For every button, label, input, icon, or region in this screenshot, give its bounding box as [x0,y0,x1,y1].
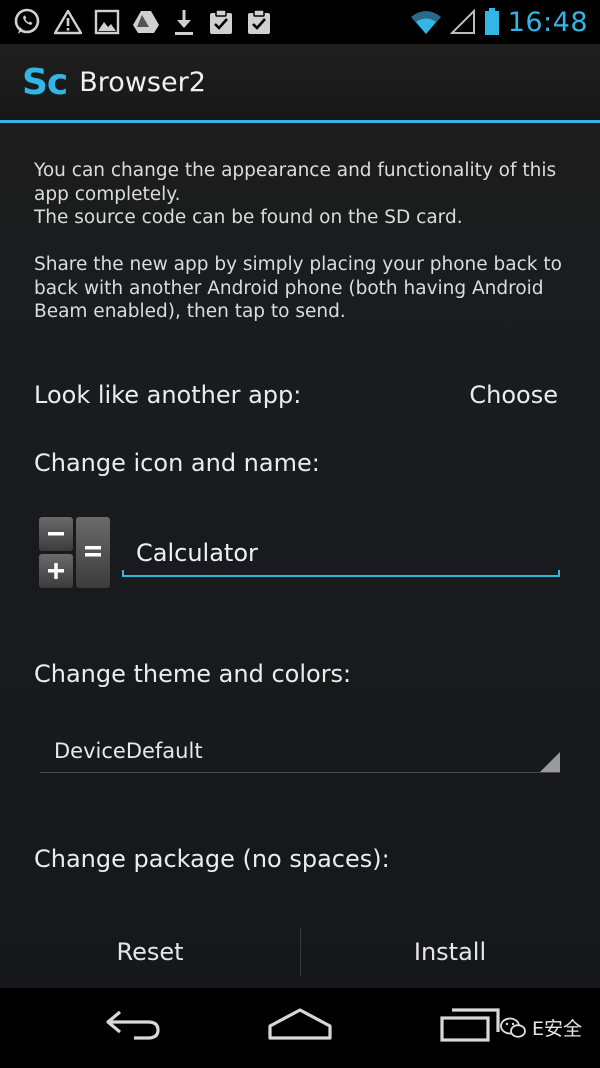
watermark-text: E安全 [531,1018,582,1040]
theme-spinner-value: DeviceDefault [54,739,203,763]
theme-spinner[interactable]: DeviceDefault [40,729,560,773]
reset-button[interactable]: Reset [0,916,300,988]
image-icon [94,9,120,35]
signal-icon [449,9,475,34]
description-paragraph-2: Share the new app by simply placing your… [34,254,562,322]
description-line: The source code can be found on the SD c… [34,207,463,228]
back-icon[interactable] [104,1006,162,1042]
description-paragraph-1: You can change the appearance and functi… [34,159,574,230]
change-icon-label: Change icon and name: [34,449,320,477]
theme-spinner-underline [40,772,560,773]
app-name-underline [122,570,560,577]
look-like-label: Look like another app: [34,381,302,409]
install-button[interactable]: Install [300,916,600,988]
app-title: Browser2 [79,66,206,98]
button-bar: Reset Install [0,916,600,988]
action-bar: Sc Browser2 [0,44,600,120]
description-line: You can change the appearance and functi… [34,160,557,205]
warning-icon [54,9,82,35]
home-icon[interactable] [268,1006,332,1042]
wifi-icon [410,11,441,34]
navigation-bar: E安全 [0,988,600,1068]
app-logo[interactable]: Sc [22,62,68,103]
status-bar: 16:48 [0,0,600,44]
choose-button[interactable]: Choose [469,381,558,409]
change-package-label: Change package (no spaces): [34,845,390,873]
whatsapp-icon [14,8,40,34]
button-divider [300,928,301,976]
watermark: E安全 [500,1014,582,1041]
system-status: 16:48 [410,0,588,44]
clipboard-check-icon [248,9,270,34]
wechat-icon [500,1017,526,1038]
app-name-input[interactable] [122,531,574,575]
notification-icons [0,7,272,37]
battery-icon [484,8,499,35]
drive-icon [133,11,159,33]
recent-apps-icon[interactable] [440,1006,500,1042]
dropdown-arrow-icon [540,752,560,772]
clipboard-check-icon [210,9,232,34]
change-theme-label: Change theme and colors: [34,660,352,688]
download-icon [175,10,193,35]
clock: 16:48 [507,6,588,38]
settings-content: You can change the appearance and functi… [0,123,600,988]
calculator-app-icon[interactable] [38,516,112,590]
